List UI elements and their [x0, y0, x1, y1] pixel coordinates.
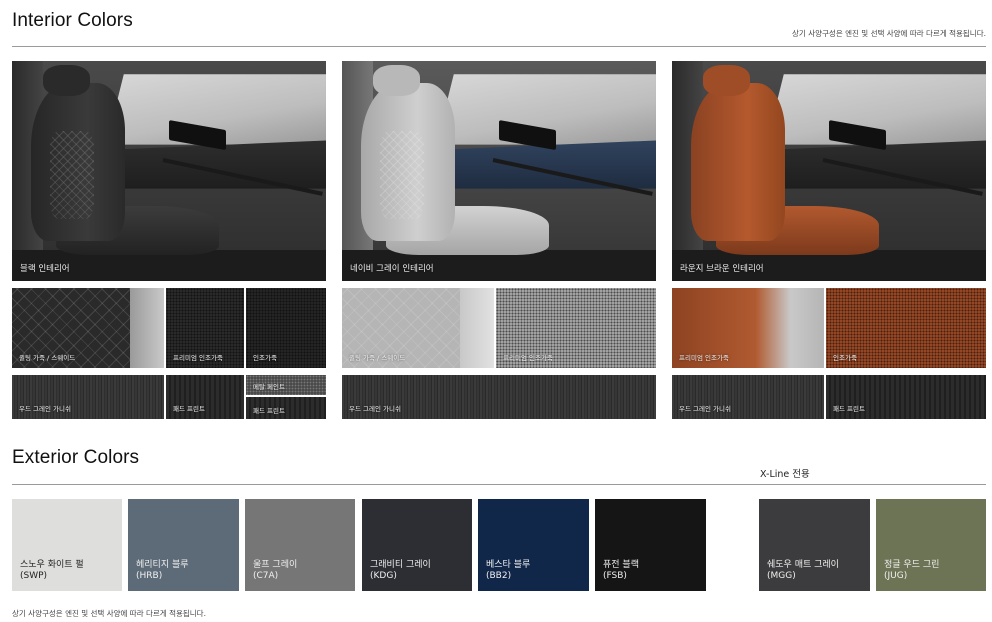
xline-label: X-Line 전용	[760, 469, 810, 480]
color-code: (HRB)	[136, 571, 163, 581]
swatch-label: 우드 그레인 가니쉬	[19, 405, 71, 413]
headrest	[373, 65, 421, 97]
color-swatch-kdg[interactable]: 그래비티 그레이 (KDG)	[362, 499, 472, 591]
headrest	[703, 65, 751, 97]
color-swatch-hrb[interactable]: 헤리티지 블루 (HRB)	[128, 499, 239, 591]
color-name: 스노우 화이트 펄	[20, 560, 84, 570]
color-code: (JUG)	[884, 571, 908, 581]
swatch-label: 우드 그레인 가니쉬	[679, 405, 731, 413]
color-name: 울프 그레이	[253, 560, 298, 570]
seat-back	[690, 83, 786, 242]
color-swatch-mgg[interactable]: 쉐도우 매트 그레이 (MGG)	[759, 499, 870, 591]
swatch-label: 프리미엄 인조가죽	[173, 354, 223, 362]
color-name: 베스타 블루	[486, 560, 531, 570]
swatch-wood-grain: 우드 그레인 가니쉬	[12, 375, 164, 419]
color-code: (C7A)	[253, 571, 279, 581]
swatch-wood-grain: 우드 그레인 가니쉬	[672, 375, 824, 419]
color-code: (MGG)	[767, 571, 796, 581]
swatch-label: 인조가죽	[253, 354, 277, 362]
swatch-leatherette: 인조가죽	[826, 288, 986, 368]
black-interior-photo: 블랙 인테리어	[12, 61, 326, 281]
lounge-brown-interior-photo: 라운지 브라운 인테리어	[672, 61, 986, 281]
swatch-pad-print: 패드 프린트	[826, 375, 986, 419]
swatch-label: 퀼팅 가죽 / 스웨이드	[349, 354, 406, 362]
color-name: 정글 우드 그린	[884, 560, 940, 570]
color-code: (BB2)	[486, 571, 512, 581]
swatch-label: 프리미엄 인조가죽	[503, 354, 553, 362]
swatch-metal-paint: 메탈 페인트	[246, 375, 326, 395]
swatch-premium-leatherette: 프리미엄 인조가죽	[496, 288, 656, 368]
color-name: 헤리티지 블루	[136, 560, 189, 570]
swatch-label: 패드 프린트	[833, 405, 865, 413]
swatch-leatherette: 인조가죽	[246, 288, 326, 368]
color-swatch-c7a[interactable]: 울프 그레이 (C7A)	[245, 499, 355, 591]
color-name: 퓨전 블랙	[603, 560, 639, 570]
exterior-note: 상기 사양구성은 엔진 및 선택 사양에 따라 다르게 적용됩니다.	[12, 609, 206, 618]
color-code: (SWP)	[20, 571, 48, 581]
color-swatch-swp[interactable]: 스노우 화이트 펄 (SWP)	[12, 499, 122, 591]
swatch-label: 프리미엄 인조가죽	[679, 354, 729, 362]
photo-label: 네이비 그레이 인테리어	[350, 264, 434, 274]
swatch-pad-print: 패드 프린트	[166, 375, 244, 419]
swatch-label: 우드 그레인 가니쉬	[349, 405, 401, 413]
photo-label: 블랙 인테리어	[20, 264, 70, 274]
quilted-panel	[49, 131, 94, 220]
swatch-quilted-leather: 퀼팅 가죽 / 스웨이드	[342, 288, 494, 368]
color-name: 쉐도우 매트 그레이	[767, 560, 839, 570]
interior-divider	[12, 46, 986, 47]
interior-note: 상기 사양구성은 엔진 및 선택 사양에 따라 다르게 적용됩니다.	[792, 29, 986, 38]
swatch-quilted-leather: 퀼팅 가죽 / 스웨이드	[12, 288, 164, 368]
color-swatch-fsb[interactable]: 퓨전 블랙 (FSB)	[595, 499, 706, 591]
quilted-panel	[379, 131, 424, 220]
swatch-highlight	[130, 288, 164, 368]
exterior-divider	[12, 484, 986, 485]
swatch-pad-print-2: 패드 프린트	[246, 397, 326, 419]
headrest	[43, 65, 91, 97]
swatch-label: 패드 프린트	[173, 405, 205, 413]
color-code: (FSB)	[603, 571, 627, 581]
color-swatch-bb2[interactable]: 베스타 블루 (BB2)	[478, 499, 589, 591]
color-swatch-jug[interactable]: 정글 우드 그린 (JUG)	[876, 499, 986, 591]
swatch-premium-leatherette: 프리미엄 인조가죽	[166, 288, 244, 368]
swatch-highlight	[460, 288, 494, 368]
navy-gray-interior-photo: 네이비 그레이 인테리어	[342, 61, 656, 281]
photo-label: 라운지 브라운 인테리어	[680, 264, 764, 274]
swatch-label: 패드 프린트	[253, 407, 285, 415]
swatch-label: 퀼팅 가죽 / 스웨이드	[19, 354, 76, 362]
color-name: 그래비티 그레이	[370, 560, 431, 570]
interior-colors-title: Interior Colors	[12, 10, 133, 31]
swatch-wood-grain: 우드 그레인 가니쉬	[342, 375, 656, 419]
swatch-label: 인조가죽	[833, 354, 857, 362]
swatch-label: 메탈 페인트	[253, 383, 285, 391]
color-code: (KDG)	[370, 571, 397, 581]
exterior-colors-title: Exterior Colors	[12, 447, 140, 468]
swatch-premium-leatherette: 프리미엄 인조가죽	[672, 288, 824, 368]
